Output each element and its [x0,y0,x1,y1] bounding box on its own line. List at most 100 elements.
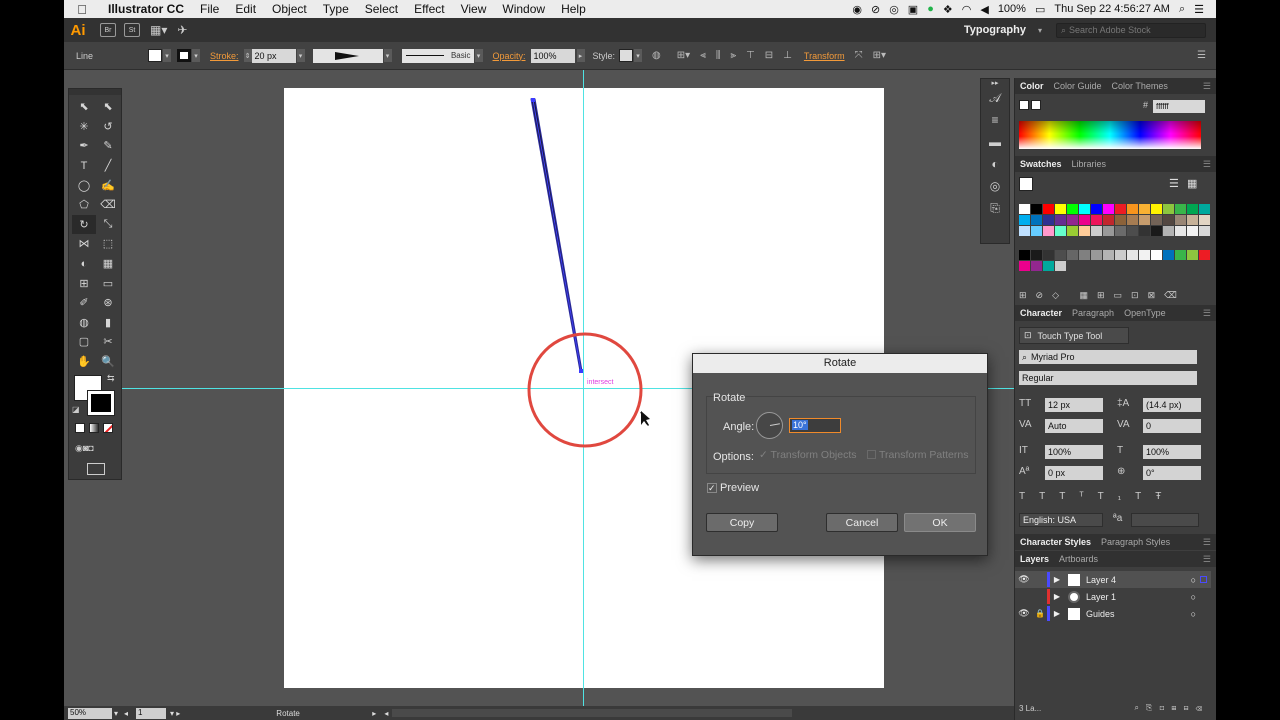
kerning-field[interactable]: Auto [1045,419,1103,433]
angle-dial[interactable] [756,412,783,439]
color-swatch-35[interactable] [1055,226,1066,236]
target-circle-icon[interactable]: ○ [1191,575,1196,585]
layer-name[interactable]: Guides [1086,609,1115,619]
character-rotation-field[interactable]: 0° [1143,466,1201,480]
selection-indicator[interactable] [1200,576,1207,583]
target-circle-icon[interactable]: ○ [1191,592,1196,602]
color-swatch-31[interactable] [1199,215,1210,225]
color-swatch-14[interactable] [1187,204,1198,214]
gray-swatch-13[interactable] [1175,250,1186,260]
gray-swatch-5[interactable] [1079,250,1090,260]
tab-color[interactable]: Color [1015,81,1049,91]
thumbnail-view-icon[interactable]: ▦ [1187,177,1197,190]
angle-input[interactable]: 10° [789,418,841,433]
horizontal-scroll-left-icon[interactable]: ◂ [384,709,388,718]
color-swatch-23[interactable] [1103,215,1114,225]
color-swatch-2[interactable] [1043,204,1054,214]
gray-swatch-2[interactable] [1043,250,1054,260]
gray-swatch-7[interactable] [1103,250,1114,260]
color-swatch-13[interactable] [1175,204,1186,214]
list-view-icon[interactable]: ☰ [1169,177,1179,190]
gray-swatch-8[interactable] [1115,250,1126,260]
layer-row-layer-1[interactable]: ▶ Layer 1 ○ [1015,588,1211,605]
layer-row-layer-4[interactable]: 👁 ▶ Layer 4 ○ [1015,571,1211,588]
appearance-panel-icon[interactable]: ◎ [981,175,1009,197]
swatches-fill-preview[interactable] [1019,177,1033,191]
color-swatch-40[interactable] [1115,226,1126,236]
color-swatch-28[interactable] [1163,215,1174,225]
color-swatch-0[interactable] [1019,204,1030,214]
tab-paragraph-styles[interactable]: Paragraph Styles [1096,537,1175,547]
color-panel-menu-icon[interactable]: ☰ [1203,81,1216,92]
gray-swatch-9[interactable] [1127,250,1138,260]
anchor-point-top[interactable] [531,98,535,102]
color-swatch-46[interactable] [1187,226,1198,236]
touch-type-tool-button[interactable]: ⊡ Touch Type Tool [1019,327,1129,344]
red-circle-shape[interactable] [527,332,643,448]
color-swatch-10[interactable] [1139,204,1150,214]
tab-character[interactable]: Character [1015,308,1067,318]
color-spectrum[interactable] [1019,121,1201,149]
artboard-prev-icon[interactable]: ◂ [124,709,128,718]
layer-name[interactable]: Layer 1 [1086,592,1116,602]
gray-swatch-1[interactable] [1031,250,1042,260]
color-swatch-34[interactable] [1043,226,1054,236]
artboard-number-field[interactable]: 1 [136,707,167,719]
font-style-field[interactable]: Regular [1019,371,1197,385]
character-panel-menu-icon[interactable]: ☰ [1203,308,1216,319]
vertical-scale-field[interactable]: 100% [1045,445,1103,459]
tab-opentype[interactable]: OpenType [1119,308,1171,318]
gray-swatch-19[interactable] [1055,261,1066,271]
export-panel-icon[interactable]: ⎘ [981,197,1009,219]
visibility-eye-icon[interactable]: 👁 [1015,574,1033,585]
transform-objects-checkbox[interactable]: ✓ Transform Objects [759,449,857,461]
artboard-next-icon[interactable]: ▾ ▸ [170,709,180,718]
tab-layers[interactable]: Layers [1015,554,1054,564]
color-swatch-47[interactable] [1199,226,1210,236]
color-swatch-22[interactable] [1091,215,1102,225]
color-swatch-11[interactable] [1151,204,1162,214]
color-swatch-1[interactable] [1031,204,1042,214]
gray-swatch-17[interactable] [1031,261,1042,271]
layer-row-guides[interactable]: 👁 🔒 ▶ Guides ○ [1015,605,1211,622]
anti-aliasing-dropdown[interactable] [1131,513,1199,527]
layers-panel-menu-icon[interactable]: ☰ [1203,554,1216,565]
color-swatch-21[interactable] [1079,215,1090,225]
color-swatch-7[interactable] [1103,204,1114,214]
horizontal-scale-field[interactable]: 100% [1143,445,1201,459]
tab-color-guide[interactable]: Color Guide [1049,81,1107,91]
color-swatch-12[interactable] [1163,204,1174,214]
color-swatch-32[interactable] [1019,226,1030,236]
color-swatch-36[interactable] [1067,226,1078,236]
gray-swatch-10[interactable] [1139,250,1150,260]
font-size-field[interactable]: 12 px [1045,398,1103,412]
color-swatch-15[interactable] [1199,204,1210,214]
color-swatch-26[interactable] [1139,215,1150,225]
tab-swatches[interactable]: Swatches [1015,159,1067,169]
status-menu-icon[interactable]: ▸ [372,709,376,718]
gray-swatch-6[interactable] [1091,250,1102,260]
target-circle-icon[interactable]: ○ [1191,609,1196,619]
visibility-eye-icon[interactable]: 👁 [1015,608,1033,619]
tracking-field[interactable]: 0 [1143,419,1201,433]
tab-character-styles[interactable]: Character Styles [1015,537,1096,547]
tab-artboards[interactable]: Artboards [1054,554,1103,564]
color-swatch-41[interactable] [1127,226,1138,236]
gray-swatch-3[interactable] [1055,250,1066,260]
color-swatch-4[interactable] [1067,204,1078,214]
color-swatch-27[interactable] [1151,215,1162,225]
color-swatch-33[interactable] [1031,226,1042,236]
color-swatch-29[interactable] [1175,215,1186,225]
color-swatch-42[interactable] [1139,226,1150,236]
color-swatch-17[interactable] [1031,215,1042,225]
color-swatch-19[interactable] [1055,215,1066,225]
gray-swatch-18[interactable] [1043,261,1054,271]
lock-icon[interactable]: 🔒 [1033,609,1047,618]
expand-arrow-icon[interactable]: ▶ [1050,575,1064,584]
tab-color-themes[interactable]: Color Themes [1107,81,1173,91]
font-family-field[interactable]: ⌕ Myriad Pro [1019,350,1197,364]
color-swatch-9[interactable] [1127,204,1138,214]
color-swatch-20[interactable] [1067,215,1078,225]
glyphs-panel-icon[interactable]: 𝒜 [981,87,1009,109]
gray-swatch-15[interactable] [1199,250,1210,260]
